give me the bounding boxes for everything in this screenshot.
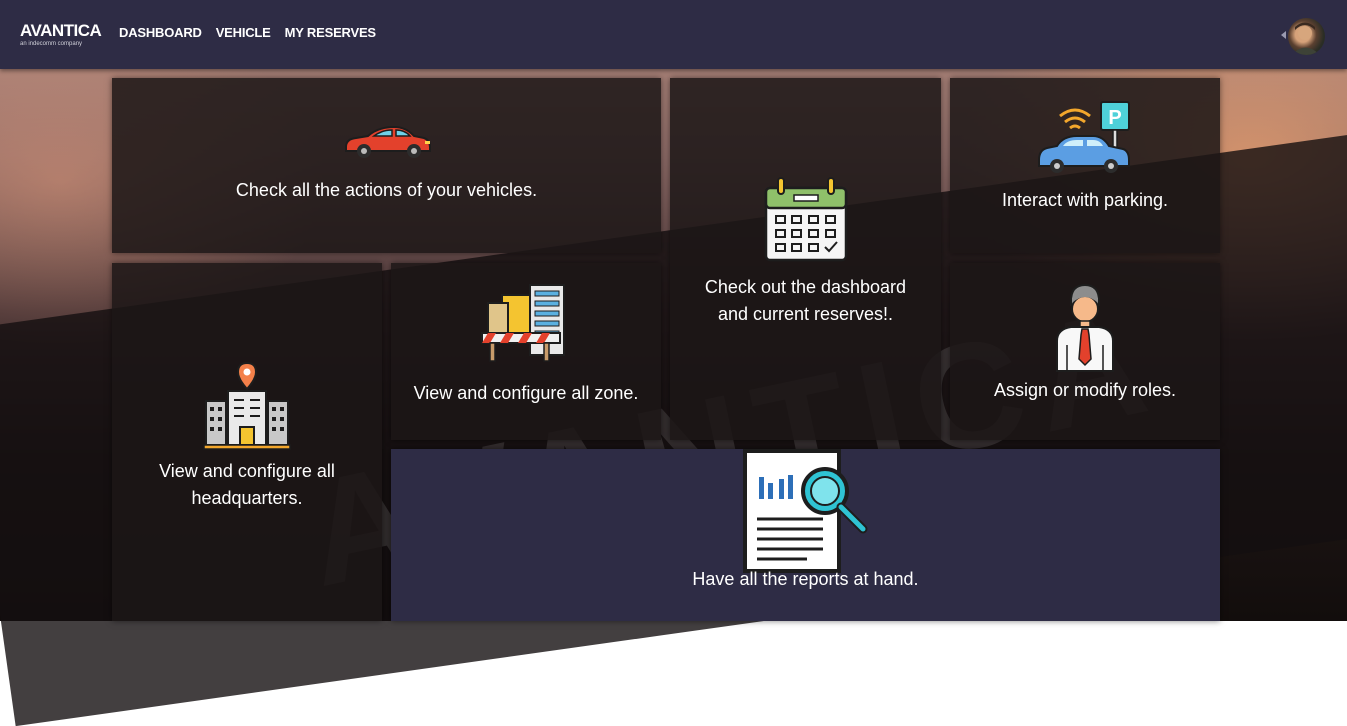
brand-logo[interactable]: AVANTICA an indecomm company: [20, 21, 102, 48]
card-headquarters-text: View and configure all headquarters.: [159, 461, 335, 508]
card-roles-text: Assign or modify roles.: [993, 380, 1177, 400]
user-menu-caret-icon[interactable]: [1281, 31, 1286, 39]
card-vehicles[interactable]: Check all the actions of your vehicles.: [112, 78, 661, 253]
card-reports[interactable]: Have all the reports at hand.: [391, 449, 1220, 621]
user-avatar[interactable]: [1288, 18, 1325, 55]
calendar-icon: [764, 177, 847, 262]
nav-dashboard[interactable]: DASHBOARD: [119, 25, 202, 40]
brand-name: AVANTICA: [20, 21, 102, 40]
car-icon: [344, 125, 431, 158]
card-zone-text: View and configure all zone.: [413, 383, 639, 403]
brand-tagline: an indecomm company: [20, 41, 83, 47]
card-parking[interactable]: P Interact with parking.: [950, 78, 1220, 253]
svg-text:P: P: [1108, 107, 1121, 129]
card-headquarters[interactable]: View and configure all headquarters.: [112, 263, 382, 621]
building-pin-icon: [203, 361, 291, 450]
card-zone[interactable]: View and configure all zone.: [391, 263, 661, 440]
card-vehicles-text: Check all the actions of your vehicles.: [235, 180, 538, 200]
nav-menu: DASHBOARD VEHICLE MY RESERVES: [119, 25, 376, 40]
businessman-icon: [1056, 283, 1114, 372]
nav-my-reserves[interactable]: MY RESERVES: [285, 25, 376, 40]
card-parking-text: Interact with parking.: [1001, 190, 1169, 210]
card-dashboard-text: Check out the dashboard and current rese…: [704, 277, 907, 324]
nav-vehicle[interactable]: VEHICLE: [216, 25, 271, 40]
top-navbar: AVANTICA an indecomm company DASHBOARD V…: [0, 0, 1347, 69]
report-magnifier-icon: [743, 449, 868, 573]
card-dashboard[interactable]: Check out the dashboard and current rese…: [670, 78, 941, 440]
card-roles[interactable]: Assign or modify roles.: [950, 263, 1220, 440]
parking-car-icon: P: [1038, 101, 1130, 173]
zone-buildings-icon: [481, 284, 565, 362]
card-reports-text: Have all the reports at hand.: [692, 569, 919, 589]
